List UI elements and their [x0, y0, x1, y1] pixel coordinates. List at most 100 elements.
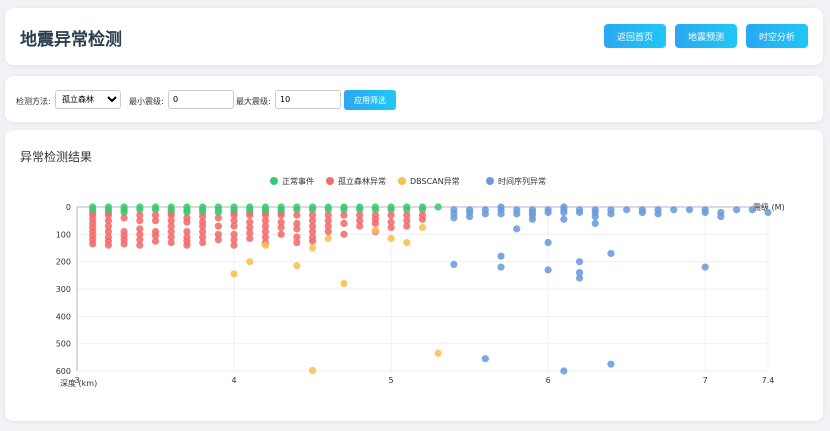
data-point-series-1 — [277, 223, 285, 232]
data-point-series-1 — [230, 222, 238, 230]
max-magnitude-input[interactable] — [275, 90, 341, 109]
data-point-series-1 — [277, 211, 285, 219]
data-point-series-2 — [371, 226, 379, 234]
method-select[interactable]: 孤立森林 — [55, 90, 121, 109]
x-tick-label: 4 — [231, 376, 236, 385]
x-tick-label: 7 — [703, 376, 708, 385]
data-point-series-3 — [591, 212, 599, 221]
method-label: 检测方法: — [16, 97, 51, 106]
data-point-series-1 — [167, 238, 175, 247]
data-point-series-3 — [497, 210, 505, 218]
prediction-button[interactable]: 地震预测 — [675, 24, 737, 48]
data-point-series-1 — [324, 228, 332, 236]
data-point-series-1 — [277, 230, 285, 238]
data-point-series-3 — [701, 208, 709, 217]
data-point-series-2 — [418, 223, 427, 232]
data-point-series-2 — [403, 238, 411, 247]
data-point-series-3 — [670, 206, 678, 214]
data-point-series-1 — [387, 211, 395, 219]
data-point-series-3 — [685, 206, 694, 214]
data-point-series-3 — [497, 263, 505, 271]
data-point-series-1 — [136, 241, 144, 249]
data-point-series-3 — [450, 260, 458, 268]
data-point-series-1 — [371, 219, 379, 227]
legend-label-series-0: 正常事件 — [282, 176, 314, 186]
legend-marker-series-0 — [270, 177, 278, 185]
data-point-series-3 — [638, 208, 646, 217]
data-point-series-3 — [575, 274, 584, 282]
legend-marker-series-3 — [486, 177, 494, 185]
data-point-series-1 — [418, 215, 427, 223]
data-point-series-3 — [623, 206, 631, 214]
min-magnitude-input[interactable] — [168, 90, 234, 109]
data-point-series-3 — [591, 219, 599, 227]
data-point-series-3 — [481, 210, 489, 218]
data-point-series-2 — [246, 258, 254, 266]
data-point-series-1 — [340, 211, 348, 219]
data-point-series-1 — [89, 240, 97, 248]
data-point-series-1 — [340, 219, 348, 227]
data-point-series-1 — [293, 211, 301, 219]
data-point-series-1 — [230, 241, 238, 249]
data-point-series-3 — [544, 266, 552, 274]
results-card: 异常检测结果 0 100 200 300 400 500 600 3 4 5 6 7 7.4 震级 (M)… — [5, 130, 823, 421]
legend-marker-series-1 — [326, 177, 334, 185]
data-point-series-1 — [340, 230, 348, 238]
data-point-series-1 — [120, 214, 128, 222]
spacetime-analysis-button[interactable]: 时空分析 — [746, 24, 808, 48]
data-point-series-2 — [230, 270, 238, 278]
data-point-series-3 — [528, 215, 537, 223]
data-point-series-2 — [434, 349, 442, 357]
data-point-series-1 — [120, 240, 128, 248]
data-point-series-1 — [293, 225, 301, 233]
data-point-series-1 — [214, 222, 222, 230]
x-tick-label: 7.4 — [762, 376, 775, 385]
anomaly-scatter-chart: 01002003004005006003 4 5 6 7 7.4震级 (M)深度 (km)… — [56, 176, 785, 388]
data-point-series-1 — [104, 241, 113, 249]
data-point-series-3 — [732, 206, 741, 214]
y-tick-label: 300 — [56, 285, 71, 294]
data-point-series-2 — [324, 234, 332, 243]
home-button[interactable]: 返回首页 — [604, 24, 666, 48]
data-point-series-3 — [450, 214, 458, 222]
legend-label-series-2: DBSCAN异常 — [410, 177, 460, 186]
data-point-series-2 — [308, 366, 317, 375]
data-point-series-3 — [560, 208, 568, 217]
data-point-series-3 — [607, 210, 615, 218]
data-point-series-1 — [151, 217, 160, 225]
x-tick-label: 6 — [546, 376, 551, 385]
y-tick-label: 0 — [66, 203, 71, 212]
data-point-series-3 — [544, 238, 552, 247]
data-point-series-1 — [246, 211, 254, 219]
y-tick-label: 400 — [56, 312, 71, 321]
data-point-series-1 — [308, 237, 317, 245]
data-point-series-2 — [308, 244, 317, 252]
legend-marker-series-2 — [398, 177, 406, 185]
apply-filter-button[interactable]: 应用筛选 — [344, 90, 396, 110]
page-title: 地震异常检测 — [20, 30, 122, 50]
data-point-series-1 — [387, 223, 395, 232]
data-point-series-2 — [387, 234, 395, 243]
data-point-series-3 — [748, 206, 756, 214]
data-point-series-2 — [293, 262, 301, 270]
data-point-series-1 — [199, 238, 207, 247]
y-axis-title: 深度 (km) — [60, 378, 97, 388]
data-point-series-3 — [607, 249, 615, 258]
data-point-series-3 — [513, 225, 521, 233]
data-point-series-3 — [481, 355, 489, 363]
data-point-series-3 — [764, 208, 772, 217]
data-point-series-3 — [560, 215, 568, 223]
legend-label-series-1: 孤立森林异常 — [338, 176, 386, 186]
header-card: 地震异常检测 返回首页 地震预测 时空分析 — [5, 8, 823, 65]
data-point-series-1 — [183, 241, 191, 249]
data-point-series-1 — [151, 237, 160, 245]
data-point-series-3 — [575, 208, 584, 217]
data-point-series-3 — [497, 252, 505, 260]
max-magnitude-label: 最大震级: — [236, 97, 271, 106]
data-point-series-1 — [356, 222, 364, 230]
y-tick-label: 200 — [56, 258, 71, 267]
data-point-series-1 — [246, 234, 254, 243]
data-point-series-2 — [340, 279, 348, 288]
filter-card: 检测方法: 孤立森林 最小震级: 最大震级: 应用筛选 — [5, 76, 823, 122]
y-tick-label: 600 — [56, 367, 71, 376]
